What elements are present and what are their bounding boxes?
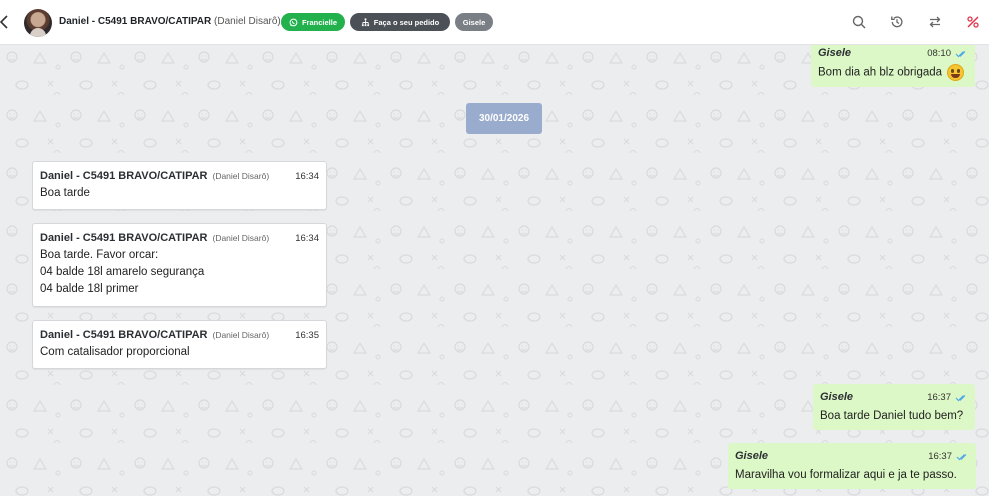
transfer-icon[interactable] <box>926 13 944 31</box>
agent-chip-label: Gisele <box>462 17 486 27</box>
message-text: Boa tarde Daniel tudo bem? <box>820 410 964 422</box>
message-text: Bom dia ah blz obrigada <box>818 66 943 79</box>
message-outgoing[interactable]: Gisele 16:37 Boa tarde Daniel tudo bem? <box>813 384 975 430</box>
message-sender: Daniel - C5491 BRAVO/CATIPAR <box>40 170 208 182</box>
message-sender: Daniel - C5491 BRAVO/CATIPAR <box>40 232 208 244</box>
whatsapp-icon <box>289 18 298 26</box>
message-time: 16:37 <box>927 392 951 403</box>
sitemap-icon <box>361 17 369 26</box>
whatsapp-channel-chip[interactable]: Francielle <box>281 13 345 31</box>
message-incoming[interactable]: Daniel - C5491 BRAVO/CATIPAR (Daniel Dis… <box>32 320 327 369</box>
grinning-face-emoji-icon <box>947 64 965 81</box>
search-icon[interactable] <box>850 13 868 31</box>
message-outgoing[interactable]: Gisele 16:37 Maravilha vou formalizar aq… <box>728 443 976 489</box>
message-sender-sub: (Daniel Disarô) <box>212 171 270 181</box>
message-outgoing[interactable]: Gisele 08:10 Bom dia ah blz obrigada <box>811 45 975 87</box>
contact-name: Daniel - C5491 BRAVO/CATIPAR <box>59 16 212 27</box>
message-text-line: 04 balde 18l amarelo segurança <box>40 266 205 278</box>
message-text: Com catalisador proporcional <box>40 346 190 358</box>
contact-title[interactable]: Daniel - C5491 BRAVO/CATIPAR (Daniel Dis… <box>59 16 281 27</box>
read-ticks-icon <box>955 50 968 58</box>
tag-off-icon[interactable] <box>964 13 982 31</box>
message-text: Maravilha vou formalizar aqui e ja te pa… <box>735 469 957 481</box>
contact-subname: (Daniel Disarô) <box>214 16 281 27</box>
message-time: 16:35 <box>295 330 319 341</box>
whatsapp-chip-label: Francielle <box>301 17 337 27</box>
chat-header: Daniel - C5491 BRAVO/CATIPAR (Daniel Dis… <box>0 0 989 45</box>
message-sender: Gisele <box>735 450 769 462</box>
message-incoming[interactable]: Daniel - C5491 BRAVO/CATIPAR (Daniel Dis… <box>32 223 327 307</box>
agent-chip[interactable]: Gisele <box>455 13 493 31</box>
message-time: 16:37 <box>928 451 952 462</box>
message-time: 16:34 <box>295 233 319 244</box>
message-time: 16:34 <box>295 171 319 182</box>
order-chip-label: Faça o seu pedido <box>373 17 440 27</box>
order-link-chip[interactable]: Faça o seu pedido <box>350 13 450 31</box>
message-sender: Daniel - C5491 BRAVO/CATIPAR <box>40 329 208 341</box>
date-separator: 30/01/2026 <box>466 103 542 134</box>
back-icon[interactable] <box>0 13 10 31</box>
avatar[interactable] <box>24 9 52 37</box>
message-sender-sub: (Daniel Disarô) <box>212 330 270 340</box>
message-sender-sub: (Daniel Disarô) <box>212 233 270 243</box>
read-ticks-icon <box>956 453 969 461</box>
history-icon[interactable] <box>888 13 906 31</box>
read-ticks-icon <box>955 394 968 402</box>
message-time: 08:10 <box>927 48 951 59</box>
message-text-line: Boa tarde. Favor orcar: <box>40 249 159 261</box>
message-text-line: 04 balde 18l primer <box>40 283 139 295</box>
message-incoming[interactable]: Daniel - C5491 BRAVO/CATIPAR (Daniel Dis… <box>32 161 327 210</box>
message-sender: Gisele <box>818 47 852 59</box>
chat-area[interactable]: Gisele 08:10 Bom dia ah blz obrigada 30/… <box>0 45 989 496</box>
message-text: Boa tarde <box>40 187 90 199</box>
message-sender: Gisele <box>820 391 854 403</box>
